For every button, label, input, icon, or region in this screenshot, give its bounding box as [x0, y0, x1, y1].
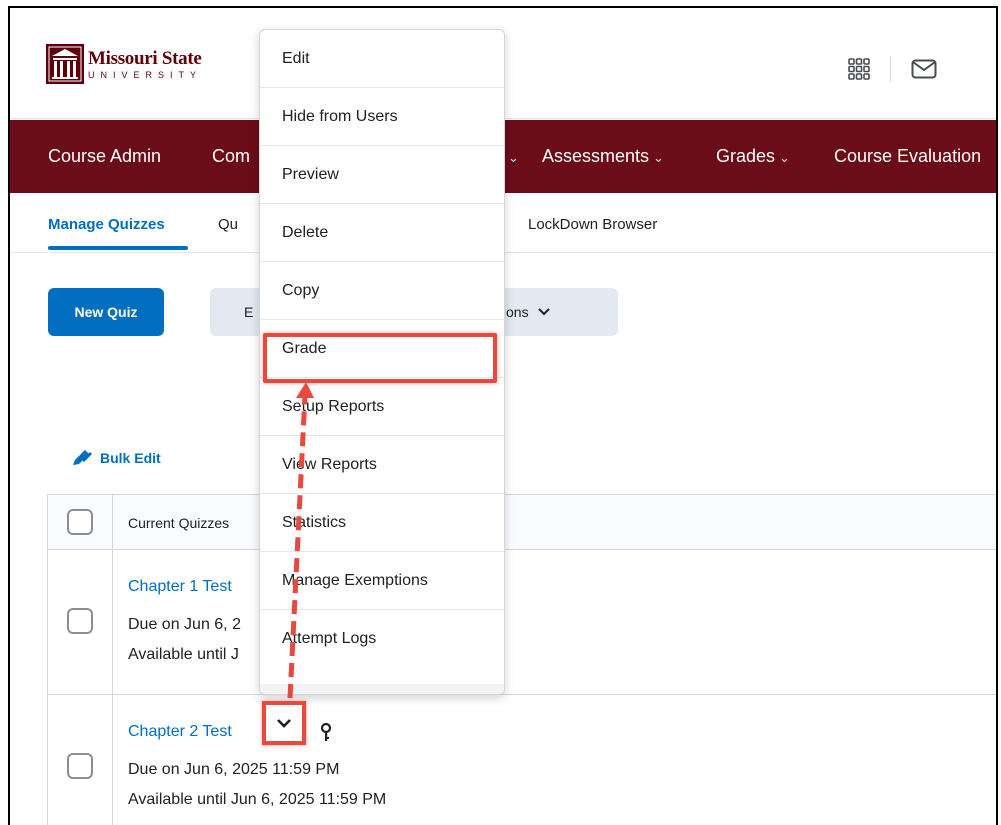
nav-item-label: Assessments — [542, 146, 650, 166]
nav-item-assessments[interactable]: Assessments ⌄ — [542, 146, 664, 167]
tab-label: Qu — [218, 216, 239, 233]
menu-scrollbar[interactable] — [260, 684, 504, 694]
menu-item-preview[interactable]: Preview — [260, 146, 504, 204]
nav-item-hidden-chevron[interactable]: ⌄ — [504, 146, 519, 167]
table-header: Current Quizzes — [48, 495, 996, 550]
nav-item-grades[interactable]: Grades ⌄ — [716, 146, 790, 167]
column-divider — [112, 695, 113, 825]
menu-item-label: Attempt Logs — [282, 630, 377, 647]
menu-item-manage-exemptions[interactable]: Manage Exemptions — [260, 552, 504, 610]
new-quiz-button[interactable]: New Quiz — [48, 288, 164, 336]
menu-item-label: View Reports — [282, 456, 377, 473]
logo-brand-text: Missouri State — [88, 47, 202, 69]
quiz-due-date: Due on Jun 6, 2 — [128, 616, 241, 633]
menu-item-setup-reports[interactable]: Setup Reports — [260, 378, 504, 436]
pencil-icon — [73, 450, 92, 465]
nav-item-label: Com — [212, 146, 251, 166]
menu-item-label: Manage Exemptions — [282, 572, 428, 589]
menu-item-view-reports[interactable]: View Reports — [260, 436, 504, 494]
tab-manage-quizzes[interactable]: Manage Quizzes — [48, 216, 165, 233]
current-quizzes-header: Current Quizzes — [128, 515, 230, 531]
university-logo[interactable]: Missouri State UNIVERSITY — [46, 44, 202, 84]
chevron-down-icon: ⌄ — [779, 150, 790, 165]
menu-item-statistics[interactable]: Statistics — [260, 494, 504, 552]
grade-highlight-annotation — [263, 333, 497, 383]
chevron-down-icon: ⌄ — [508, 150, 519, 165]
menu-item-edit[interactable]: Edit — [260, 30, 504, 88]
quiz-title-link[interactable]: Chapter 2 Test — [128, 723, 232, 741]
chevron-down-icon: ⌄ — [653, 150, 664, 165]
quizzes-table: Current Quizzes Chapter 1 Test Due on Ju… — [47, 494, 996, 825]
building-logo-icon — [46, 44, 84, 84]
mail-icon[interactable] — [911, 59, 937, 79]
header-divider — [890, 56, 891, 82]
bulk-edit-label: Bulk Edit — [100, 450, 161, 466]
select-all-checkbox[interactable] — [67, 509, 93, 535]
menu-item-label: Hide from Users — [282, 108, 398, 125]
key-icon — [320, 723, 332, 741]
row-checkbox[interactable] — [67, 608, 93, 634]
nav-item-com[interactable]: Com — [212, 146, 250, 167]
nav-item-label: Course Evaluation — [834, 146, 982, 166]
new-quiz-label: New Quiz — [74, 304, 138, 320]
table-row: Chapter 1 Test Due on Jun 6, 2 Available… — [48, 550, 996, 695]
menu-item-delete[interactable]: Delete — [260, 204, 504, 262]
menu-item-label: Edit — [282, 50, 310, 67]
tab-label: Manage Quizzes — [48, 216, 165, 233]
menu-item-copy[interactable]: Copy — [260, 262, 504, 320]
column-divider — [112, 495, 113, 549]
menu-item-label: Preview — [282, 166, 339, 183]
apps-grid-icon[interactable] — [848, 58, 870, 80]
menu-item-attempt-logs[interactable]: Attempt Logs — [260, 610, 504, 667]
tab-qu[interactable]: Qu — [218, 216, 238, 233]
chevron-down-icon — [537, 308, 550, 316]
tab-label: LockDown Browser — [528, 216, 658, 233]
menu-item-hide-from-users[interactable]: Hide from Users — [260, 88, 504, 146]
quiz-actions-toggle[interactable] — [262, 701, 306, 745]
quiz-availability: Available until J — [128, 646, 239, 663]
chevron-down-icon — [277, 719, 291, 728]
row-checkbox[interactable] — [67, 753, 93, 779]
quiz-due-date: Due on Jun 6, 2025 11:59 PM — [128, 761, 340, 778]
column-divider — [112, 550, 113, 694]
bulk-edit-button[interactable]: Bulk Edit — [70, 448, 161, 468]
quiz-title-link[interactable]: Chapter 1 Test — [128, 578, 232, 596]
tab-lockdown-browser[interactable]: LockDown Browser — [528, 216, 657, 233]
active-tab-underline — [48, 246, 188, 250]
menu-item-label: Delete — [282, 224, 329, 241]
nav-item-label: Grades — [716, 146, 776, 166]
nav-item-label: Course Admin — [48, 146, 162, 166]
menu-item-label: Copy — [282, 282, 320, 299]
nav-item-course-admin[interactable]: Course Admin — [48, 146, 161, 167]
quiz-availability: Available until Jun 6, 2025 11:59 PM — [128, 791, 387, 808]
edit-button-label: E — [244, 304, 254, 320]
table-row: Chapter 2 Test Due on Jun 6, 2025 11:59 … — [48, 695, 996, 825]
browser-frame: Missouri State UNIVERSITY Course Admin C… — [8, 6, 998, 825]
menu-item-label: Statistics — [282, 514, 347, 531]
logo-university-text: UNIVERSITY — [88, 69, 203, 80]
nav-item-course-evaluation[interactable]: Course Evaluation — [834, 146, 981, 167]
menu-item-label: Setup Reports — [282, 398, 385, 415]
